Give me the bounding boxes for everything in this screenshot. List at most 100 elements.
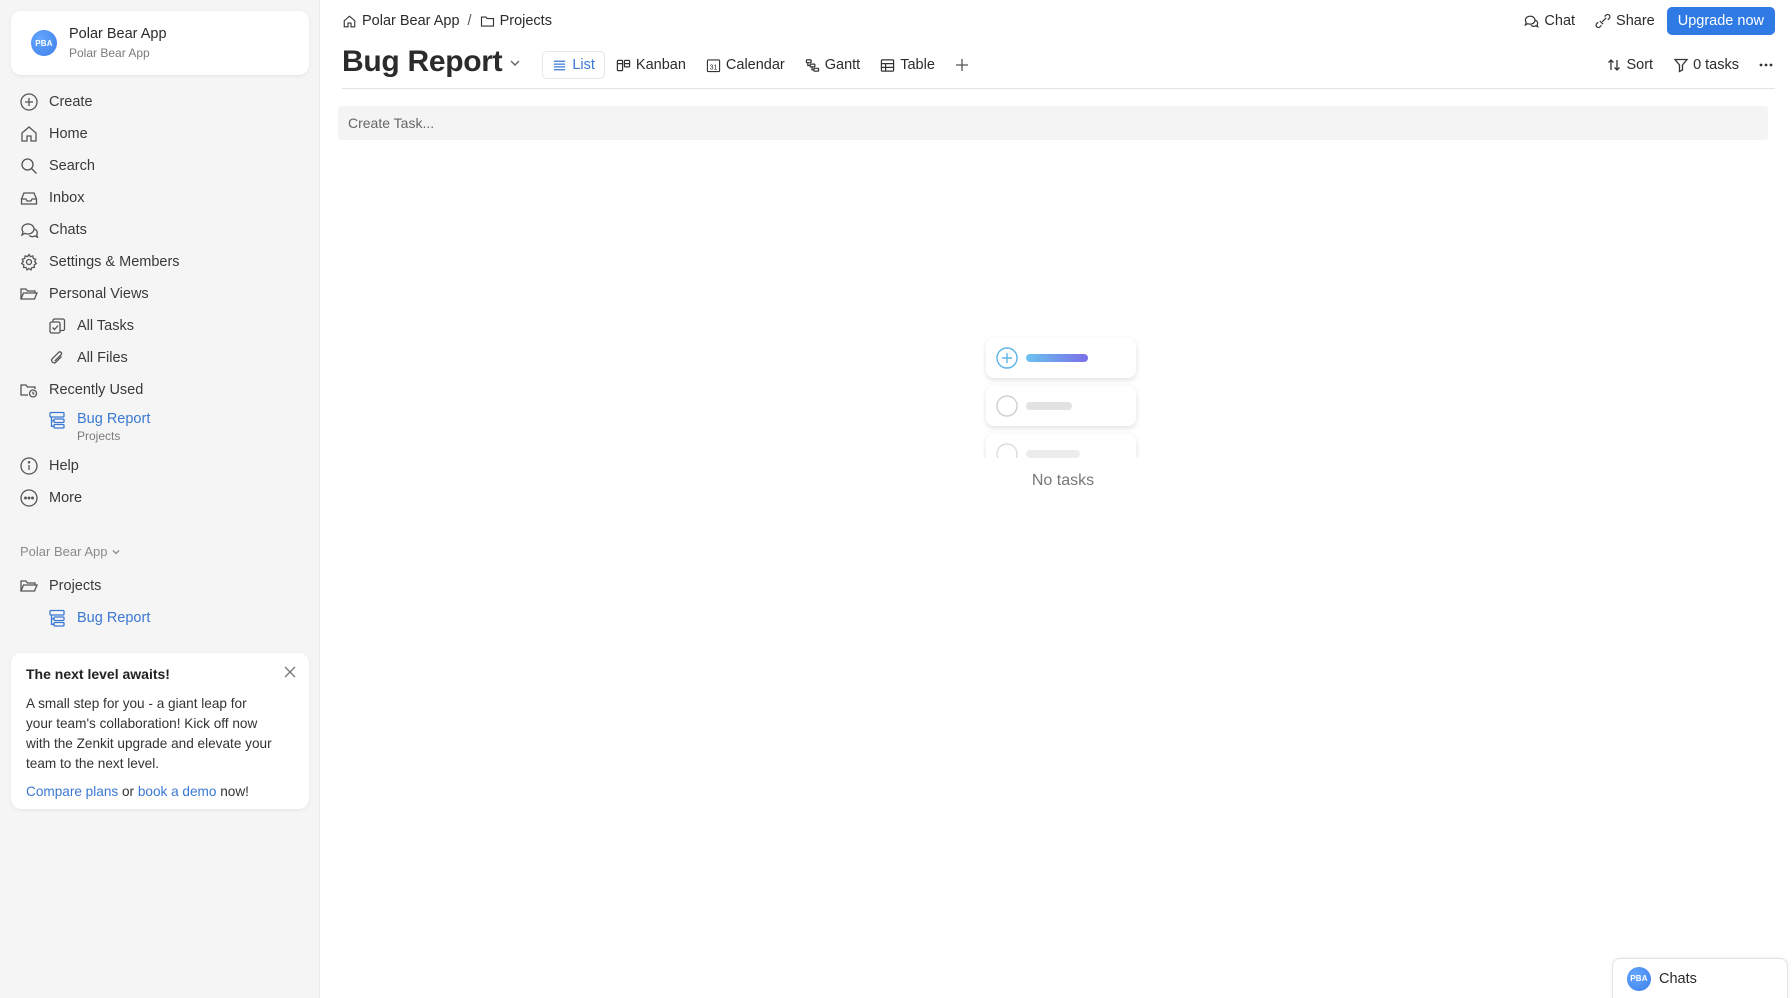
more-circle-icon [19, 488, 39, 508]
sidebar-item-more[interactable]: More [0, 482, 320, 514]
sidebar-item-label: More [49, 490, 83, 506]
tab-table[interactable]: Table [871, 51, 944, 79]
sidebar-item-home[interactable]: Home [0, 118, 320, 150]
sidebar-item-projects[interactable]: Projects [0, 570, 320, 602]
sidebar-item-label: Chats [49, 222, 87, 238]
tab-label: Calendar [725, 57, 785, 73]
add-view-icon[interactable] [954, 57, 970, 73]
gantt-icon [805, 58, 825, 73]
info-icon [19, 456, 39, 476]
more-options-icon[interactable] [1757, 56, 1775, 74]
chat-button[interactable]: Chat [1523, 13, 1575, 29]
view-tabs: List Kanban 31 Calendar Gantt Table [542, 51, 970, 79]
chat-icon [1523, 13, 1544, 29]
folder-open-icon [19, 284, 39, 304]
filter-label: 0 tasks [1693, 57, 1739, 73]
share-button-label: Share [1616, 13, 1655, 29]
sidebar-item-label: Inbox [49, 190, 85, 206]
title-row: Bug Report List Kanban 31 Calendar Gantt… [342, 44, 1775, 89]
sidebar-item-all-files[interactable]: All Files [0, 342, 320, 374]
sidebar-item-label: Settings & Members [49, 254, 180, 270]
page-title: Bug Report [342, 45, 503, 78]
empty-state-text: No tasks [1031, 472, 1095, 489]
chevron-down-icon[interactable] [508, 56, 522, 70]
plus-circle-icon [19, 92, 39, 112]
breadcrumb: Polar Bear App / Projects [342, 13, 552, 29]
upgrade-promo-card: The next level awaits! A small step for … [11, 653, 309, 809]
share-button[interactable]: Share [1595, 13, 1655, 29]
empty-state: No tasks [980, 336, 1160, 490]
sidebar-item-recently-used[interactable]: Recently Used [0, 374, 320, 406]
tab-label: Kanban [635, 57, 686, 73]
recent-item-subtitle: Projects [77, 429, 121, 443]
tab-label: Gantt [824, 57, 861, 73]
recent-item-title: Bug Report [77, 411, 151, 427]
sidebar-item-label: Help [49, 458, 79, 474]
sidebar-item-help[interactable]: Help [0, 450, 320, 482]
workspace-name: Polar Bear App [69, 26, 167, 43]
filter-icon [1673, 57, 1693, 73]
filter-button[interactable]: 0 tasks [1673, 57, 1739, 73]
sidebar-item-inbox[interactable]: Inbox [0, 182, 320, 214]
main-content: Polar Bear App / Projects Chat Share Upg… [320, 0, 1792, 998]
chat-dock-avatar: PBA [1627, 966, 1651, 991]
sidebar-item-all-tasks[interactable]: All Tasks [0, 310, 320, 342]
sidebar-item-create[interactable]: Create [0, 86, 320, 118]
sort-button[interactable]: Sort [1606, 57, 1653, 73]
breadcrumb-folder[interactable]: Projects [480, 13, 552, 29]
tab-gantt[interactable]: Gantt [796, 51, 869, 79]
promo-body: A small step for you - a giant leap for … [26, 696, 272, 771]
book-demo-link[interactable]: book a demo [138, 784, 217, 799]
workspace-section-toggle[interactable]: Polar Bear App [20, 544, 121, 559]
sidebar-item-bug-report[interactable]: Bug Report [0, 602, 320, 634]
chats-dock-button[interactable]: PBA Chats [1612, 958, 1788, 998]
sort-label: Sort [1626, 57, 1654, 73]
promo-end-text: now! [220, 784, 249, 799]
chat-button-label: Chat [1544, 13, 1576, 29]
folder-open-icon [19, 576, 39, 596]
sidebar-item-search[interactable]: Search [0, 150, 320, 182]
tasks-stack-icon [47, 316, 67, 336]
workspace-switcher[interactable]: PBA Polar Bear App Polar Bear App [11, 11, 309, 75]
sidebar-item-chats[interactable]: Chats [0, 214, 320, 246]
breadcrumb-workspace[interactable]: Polar Bear App [342, 13, 460, 29]
tab-label: List [572, 57, 595, 73]
sidebar-item-label: Search [49, 158, 95, 174]
sidebar-item-label: All Files [77, 350, 128, 366]
home-icon [19, 124, 39, 144]
collection-icon [47, 608, 67, 628]
promo-or-text: or [121, 784, 135, 799]
upgrade-now-button[interactable]: Upgrade now [1666, 7, 1775, 35]
workspace-avatar: PBA [31, 30, 57, 56]
home-icon [342, 14, 362, 29]
paperclip-icon [47, 348, 67, 368]
sidebar-item-label: Home [49, 126, 88, 142]
sidebar-item-label: All Tasks [77, 318, 134, 334]
compare-plans-link[interactable]: Compare plans [26, 784, 118, 799]
list-tools: Sort 0 tasks [1586, 56, 1775, 74]
create-task-input[interactable] [348, 115, 1768, 131]
tab-kanban[interactable]: Kanban [607, 51, 695, 79]
close-icon[interactable] [281, 663, 299, 681]
folder-icon [480, 14, 500, 29]
promo-title: The next level awaits! [26, 666, 170, 682]
plus-circle-icon [996, 347, 1018, 369]
breadcrumb-separator: / [467, 13, 472, 29]
gear-icon [19, 252, 39, 272]
circle-icon [996, 395, 1018, 417]
sidebar-nav: Create Home Search Inbox Chats Settings … [0, 86, 320, 514]
sidebar-item-settings[interactable]: Settings & Members [0, 246, 320, 278]
sidebar-item-personal-views[interactable]: Personal Views [0, 278, 320, 310]
tab-list[interactable]: List [542, 51, 605, 79]
sidebar-item-label: Bug Report [77, 610, 151, 626]
folder-clock-icon [19, 380, 39, 400]
svg-text:31: 31 [710, 64, 718, 71]
recent-item-bug-report[interactable]: Bug Report Projects [0, 406, 320, 450]
search-icon [19, 156, 39, 176]
promo-links: Compare plans or book a demo now! [26, 784, 294, 799]
circle-icon [996, 443, 1018, 458]
share-icon [1595, 13, 1616, 29]
create-task-bar [338, 106, 1768, 140]
tab-calendar[interactable]: 31 Calendar [697, 51, 794, 79]
sidebar-item-label: Personal Views [49, 286, 149, 302]
